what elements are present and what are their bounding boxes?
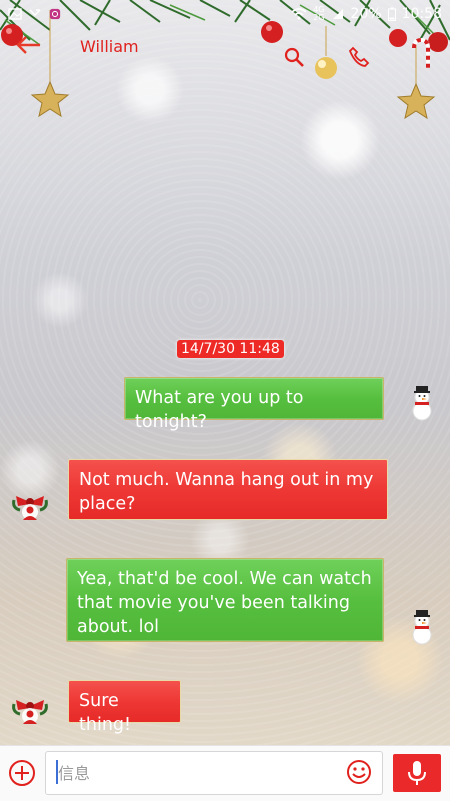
voice-input-button[interactable] — [393, 754, 441, 792]
outgoing-message-bubble[interactable]: What are you up to tonight? — [124, 377, 384, 432]
conversation-header: William — [0, 28, 450, 68]
battery-icon — [387, 7, 396, 21]
contact-avatar-icon[interactable] — [10, 688, 50, 728]
snowman-avatar-icon[interactable] — [402, 383, 442, 423]
missed-call-icon — [29, 9, 41, 17]
message-text: Sure thing! — [79, 691, 132, 735]
search-icon[interactable] — [283, 46, 305, 68]
contact-avatar-icon[interactable] — [10, 484, 50, 524]
battery-percent: 20% — [350, 6, 382, 22]
incoming-message-bubble[interactable]: Not much. Wanna hang out in my place? — [68, 459, 388, 520]
status-bar: 4G 2G 20% 10:58 — [0, 0, 450, 28]
message-input[interactable] — [45, 751, 383, 795]
message-text: Not much. Wanna hang out in my place? — [79, 470, 374, 514]
message-text: Yea, that'd be cool. We can watch that m… — [77, 569, 372, 637]
network-type-bottom: 2G — [313, 13, 325, 22]
network-type: 4G 2G — [313, 6, 324, 22]
back-arrow-icon[interactable] — [14, 34, 46, 60]
call-icon[interactable] — [348, 46, 370, 68]
message-timestamp: 14/7/30 11:48 — [177, 340, 284, 358]
microphone-icon — [408, 761, 426, 785]
snowman-avatar-icon[interactable] — [402, 607, 442, 647]
add-attachment-icon[interactable] — [8, 759, 36, 787]
incoming-message-bubble[interactable]: Sure thing! — [68, 680, 181, 735]
status-time: 10:58 — [401, 6, 442, 22]
message-composer — [0, 745, 450, 801]
signal-strength-icon — [332, 9, 343, 19]
contact-name[interactable]: William — [80, 37, 139, 56]
outgoing-message-bubble[interactable]: Yea, that'd be cool. We can watch that m… — [66, 558, 384, 642]
wifi-icon — [291, 8, 307, 20]
gallery-notification-icon — [8, 8, 22, 20]
text-cursor — [56, 760, 58, 784]
instagram-notification-icon — [49, 8, 61, 20]
emoji-icon[interactable] — [346, 759, 372, 785]
